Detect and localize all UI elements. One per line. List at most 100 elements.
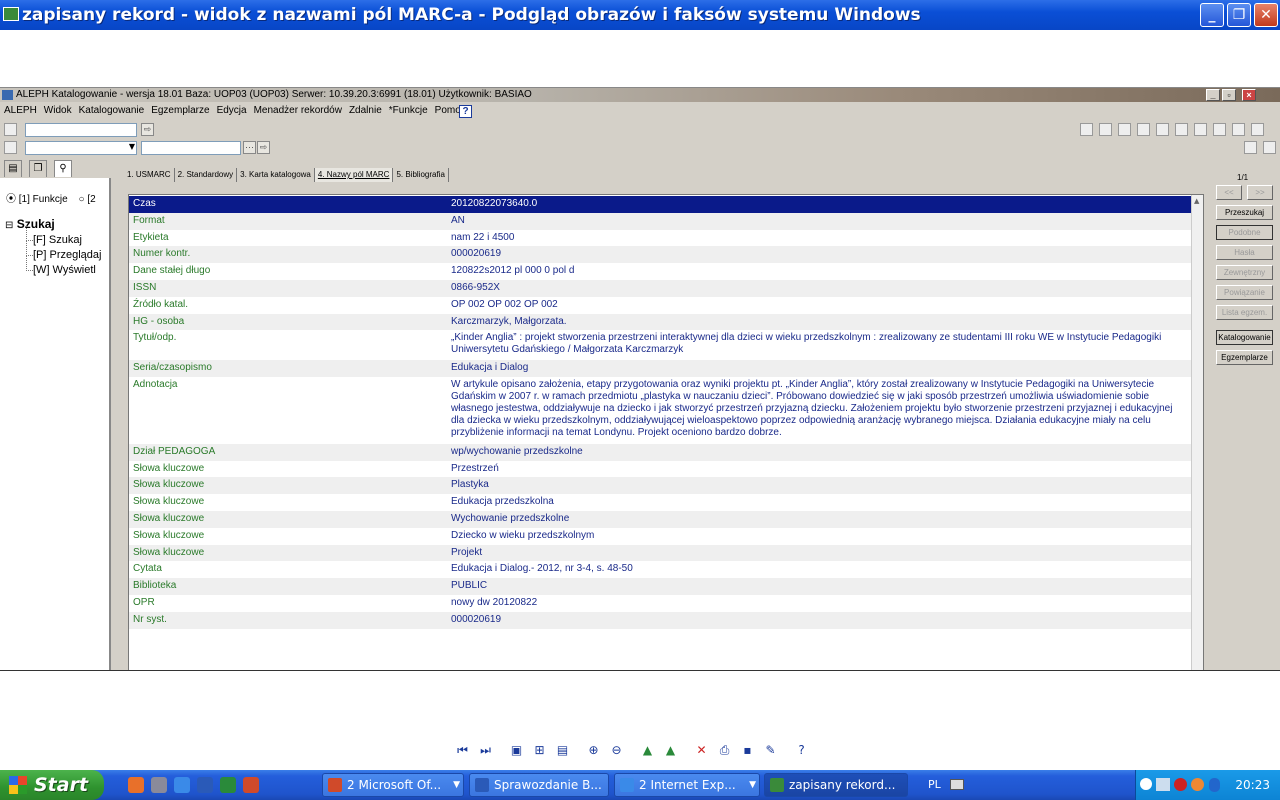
record-field-row[interactable]: ISSN 0866-952X <box>129 280 1191 297</box>
record-field-row[interactable]: Dane stałej długo 120822s2012 pl 000 0 po… <box>129 263 1191 280</box>
help-icon[interactable]: ? <box>793 742 810 759</box>
record-field-row[interactable]: Słowa kluczowe Plastyka <box>129 477 1191 495</box>
go-arrow-icon[interactable]: ⇨ <box>257 141 270 154</box>
tool-icon[interactable] <box>1232 123 1245 136</box>
menu-aleph[interactable]: ALEPH <box>4 105 37 116</box>
record-field-row[interactable]: Źródło katal. OP 002 OP 002 OP 002 <box>129 297 1191 314</box>
language-indicator[interactable]: PL <box>928 778 941 791</box>
menu-edycja[interactable]: Edycja <box>217 105 247 116</box>
tab-nazwy-pol-marc[interactable]: 4. Nazwy pól MARC <box>314 168 394 182</box>
go-arrow-icon[interactable]: ⇨ <box>141 123 154 136</box>
katalogowanie-button[interactable]: Katalogowanie <box>1216 330 1273 345</box>
aleph-close-button[interactable]: × <box>1242 89 1256 101</box>
best-fit-icon[interactable]: ▣ <box>508 742 525 759</box>
record-field-row[interactable]: Słowa kluczowe Dziecko w wieku przedszkol… <box>129 528 1191 545</box>
menu-funkcje[interactable]: *Funkcje <box>389 105 428 116</box>
record-field-row[interactable]: Słowa kluczowe Edukacja przedszkolna <box>129 494 1191 511</box>
delete-icon[interactable]: ✕ <box>693 742 710 759</box>
internet-explorer-icon[interactable] <box>174 777 190 793</box>
menu-egzemplarze[interactable]: Egzemplarze <box>151 105 209 116</box>
aleph-minimize-button[interactable]: _ <box>1206 89 1220 101</box>
tool-icon[interactable] <box>1080 123 1093 136</box>
keyboard-icon[interactable] <box>950 779 964 790</box>
taskbar-button-sprawozdanie[interactable]: Sprawozdanie B... <box>469 773 609 797</box>
maximize-button[interactable]: ❐ <box>1227 3 1251 27</box>
tool-icon[interactable] <box>1118 123 1131 136</box>
slideshow-icon[interactable]: ▤ <box>554 742 571 759</box>
record-field-row[interactable]: Nr syst. 000020619 <box>129 611 1191 629</box>
radio-second-label[interactable]: [2 <box>87 194 95 205</box>
tab-standardowy[interactable]: 2. Standardowy <box>175 168 238 182</box>
przeszukaj-button[interactable]: Przeszukaj <box>1216 205 1273 220</box>
record-icon[interactable] <box>4 123 17 136</box>
radio-functions-label[interactable]: [1] Funkcje <box>19 194 68 205</box>
tab-bibliografia[interactable]: 5. Bibliografia <box>393 168 449 182</box>
tool-icon[interactable] <box>1175 123 1188 136</box>
pages-tab-icon[interactable]: ❐ <box>29 160 47 177</box>
taskbar-button-microsoft-office[interactable]: 2 Microsoft Of... ▼ <box>322 773 464 797</box>
tool-icon[interactable] <box>1251 123 1264 136</box>
start-button[interactable]: Start <box>0 770 104 800</box>
tool-icon[interactable] <box>1137 123 1150 136</box>
network-icon[interactable] <box>1156 778 1170 791</box>
rotate-clockwise-icon[interactable]: ▲ <box>639 742 656 759</box>
record-field-row[interactable]: Czas 20120822073640.0 <box>129 196 1191 213</box>
menu-zdalnie[interactable]: Zdalnie <box>349 105 382 116</box>
tree-root[interactable]: ⊟ Szukaj <box>5 217 101 233</box>
previous-image-icon[interactable]: ⏮ <box>454 742 471 759</box>
search-input[interactable] <box>25 123 137 137</box>
aleph-restore-button[interactable]: ▫ <box>1222 89 1236 101</box>
menu-katalogowanie[interactable]: Katalogowanie <box>79 105 145 116</box>
app-tray-icon[interactable] <box>1191 778 1204 791</box>
tree-item-wyswietl[interactable]: [W] Wyświetl <box>5 255 101 278</box>
close-button[interactable]: ✕ <box>1254 3 1278 27</box>
tree-tab-icon[interactable]: ▤ <box>4 160 22 177</box>
tool-icon[interactable] <box>1213 123 1226 136</box>
next-image-icon[interactable]: ⏭ <box>477 742 494 759</box>
actual-size-icon[interactable]: ⊞ <box>531 742 548 759</box>
menu-widok[interactable]: Widok <box>44 105 72 116</box>
zoom-out-icon[interactable]: ⊖ <box>608 742 625 759</box>
tool-icon[interactable] <box>1099 123 1112 136</box>
word-icon[interactable] <box>197 777 213 793</box>
record-field-row[interactable]: Słowa kluczowe Przestrzeń <box>129 461 1191 478</box>
record-field-row[interactable]: Format AN <box>129 212 1191 230</box>
bluetooth-icon[interactable] <box>1209 778 1220 792</box>
egzemplarze-button[interactable]: Egzemplarze <box>1216 350 1273 365</box>
app-icon[interactable] <box>151 777 167 793</box>
query-input[interactable] <box>141 141 241 155</box>
tree-item-przegladaj[interactable]: [P] Przeglądaj <box>5 240 101 263</box>
tray-expand-icon[interactable] <box>1140 778 1152 790</box>
rotate-counterclockwise-icon[interactable]: ▲ <box>662 742 679 759</box>
record-field-row[interactable]: Cytata Edukacja i Dialog.- 2012, nr 3-4, … <box>129 561 1191 578</box>
record-field-row[interactable]: Seria/czasopismo Edukacja i Dialog <box>129 359 1191 377</box>
record-field-row[interactable]: Adnotacja W artykule opisano założenia, e… <box>129 377 1191 444</box>
lista-egzem-button[interactable]: Lista egzem. <box>1216 305 1273 320</box>
search-tab-icon[interactable]: ⚲ <box>54 160 72 177</box>
antivirus-icon[interactable] <box>1174 778 1187 791</box>
taskbar-button-zapisany-rekord[interactable]: zapisany rekord... <box>764 773 908 797</box>
prev-page-button[interactable]: << <box>1216 185 1242 200</box>
minimize-button[interactable]: _ <box>1200 3 1224 27</box>
tree-item-szukaj[interactable]: [F] Szukaj <box>5 225 101 248</box>
record-field-row[interactable]: Tytuł/odp. „Kinder Anglia” : projekt stwo… <box>129 330 1191 359</box>
tool-icon[interactable] <box>1156 123 1169 136</box>
record-field-row[interactable]: Słowa kluczowe Projekt <box>129 544 1191 562</box>
zoom-in-icon[interactable]: ⊕ <box>585 742 602 759</box>
radio-functions-icon[interactable]: ⦿ <box>6 194 16 205</box>
menu-menadzer-rekordow[interactable]: Menadżer rekordów <box>254 105 342 116</box>
tool-icon[interactable] <box>1194 123 1207 136</box>
powerpoint-icon[interactable] <box>243 777 259 793</box>
record-field-row[interactable]: Dział PEDAGOGA wp/wychowanie przedszkolne <box>129 443 1191 461</box>
more-icon[interactable]: ⋯ <box>243 141 256 154</box>
record-field-row[interactable]: Biblioteka PUBLIC <box>129 578 1191 595</box>
record-field-row[interactable]: Etykieta nam 22 i 4500 <box>129 230 1191 247</box>
save-icon[interactable]: ▪ <box>739 742 756 759</box>
hasla-button[interactable]: Hasła <box>1216 245 1273 260</box>
radio-second-icon[interactable]: ○ <box>78 194 84 205</box>
record-field-row[interactable]: Słowa kluczowe Wychowanie przedszkolne <box>129 511 1191 528</box>
taskbar-button-internet-explorer[interactable]: 2 Internet Exp... ▼ <box>614 773 760 797</box>
tool-icon[interactable] <box>1244 141 1257 154</box>
excel-icon[interactable] <box>220 777 236 793</box>
record-scrollbar[interactable]: ▲ <box>1191 195 1203 670</box>
